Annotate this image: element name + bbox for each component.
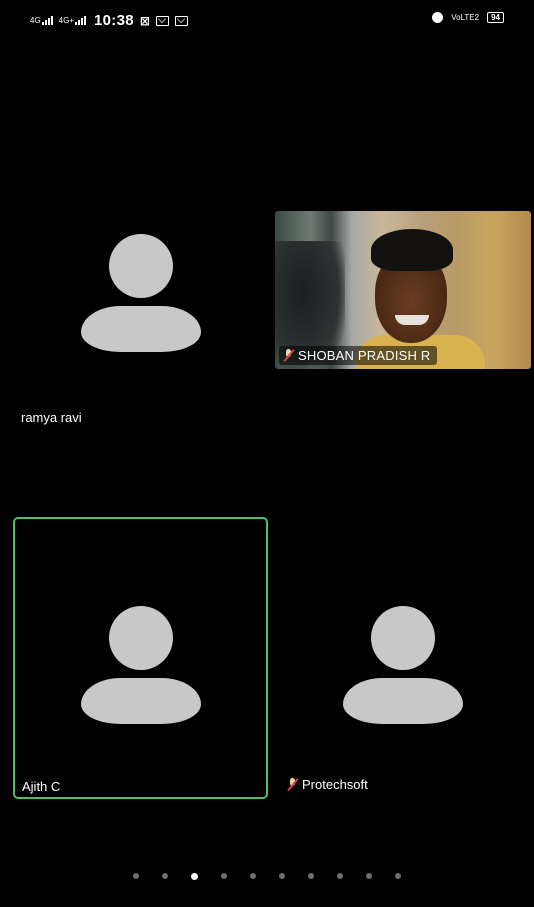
avatar-placeholder-icon <box>81 234 201 352</box>
participant-name-label: SHOBAN PRADISH R <box>279 346 437 365</box>
signal-bars-icon <box>41 16 53 25</box>
mic-muted-icon <box>287 778 299 791</box>
mail-notification-icon <box>155 15 169 26</box>
participant-tile-shoban-pradish-r[interactable]: SHOBAN PRADISH R <box>275 211 531 369</box>
participant-name: SHOBAN PRADISH R <box>298 348 431 363</box>
participant-name: Protechsoft <box>302 777 368 792</box>
clock: 10:38 <box>94 12 134 29</box>
network-indicator-1: 4G <box>30 16 53 25</box>
participant-name: ramya ravi <box>21 410 82 425</box>
page-dot[interactable] <box>279 873 285 879</box>
participant-name: Ajith C <box>22 779 61 794</box>
page-dot[interactable] <box>366 873 372 879</box>
battery-icon: 94 <box>487 12 504 23</box>
mic-muted-icon <box>283 349 295 362</box>
volte-indicator: VoLTE2 <box>451 13 480 22</box>
participant-tile-protechsoft[interactable]: Protechsoft <box>275 517 531 799</box>
status-bar: 4G 4G+ 10:38 ⊠ VoLTE2 94 <box>0 0 534 40</box>
participant-tile-ajith-c[interactable]: Ajith C <box>13 517 268 799</box>
page-dot[interactable] <box>308 873 314 879</box>
page-dot[interactable] <box>133 873 139 879</box>
mail-notification-icon <box>174 15 188 26</box>
participant-tile-ramya-ravi[interactable]: ramya ravi <box>13 211 268 431</box>
status-bar-left: 4G 4G+ 10:38 ⊠ <box>30 12 188 29</box>
page-indicator[interactable] <box>0 872 534 880</box>
page-dot[interactable] <box>395 873 401 879</box>
network-type-label: 4G <box>30 16 41 25</box>
gallery-notification-icon: ⊠ <box>139 13 150 28</box>
page-dot[interactable] <box>191 872 198 880</box>
page-dot[interactable] <box>221 873 227 879</box>
network-indicator-2: 4G+ <box>58 16 87 25</box>
page-dot[interactable] <box>250 873 256 879</box>
avatar-placeholder-icon <box>343 606 463 724</box>
status-bar-right: VoLTE2 94 <box>432 12 504 23</box>
alarm-icon <box>432 12 444 23</box>
page-dot[interactable] <box>337 873 343 879</box>
signal-bars-icon <box>75 16 87 25</box>
network-type-label: 4G+ <box>58 16 75 25</box>
avatar-placeholder-icon <box>81 606 201 724</box>
page-dot[interactable] <box>162 873 168 879</box>
participant-name-row: Protechsoft <box>287 777 368 792</box>
video-smile <box>395 315 429 325</box>
video-hair <box>371 229 453 271</box>
